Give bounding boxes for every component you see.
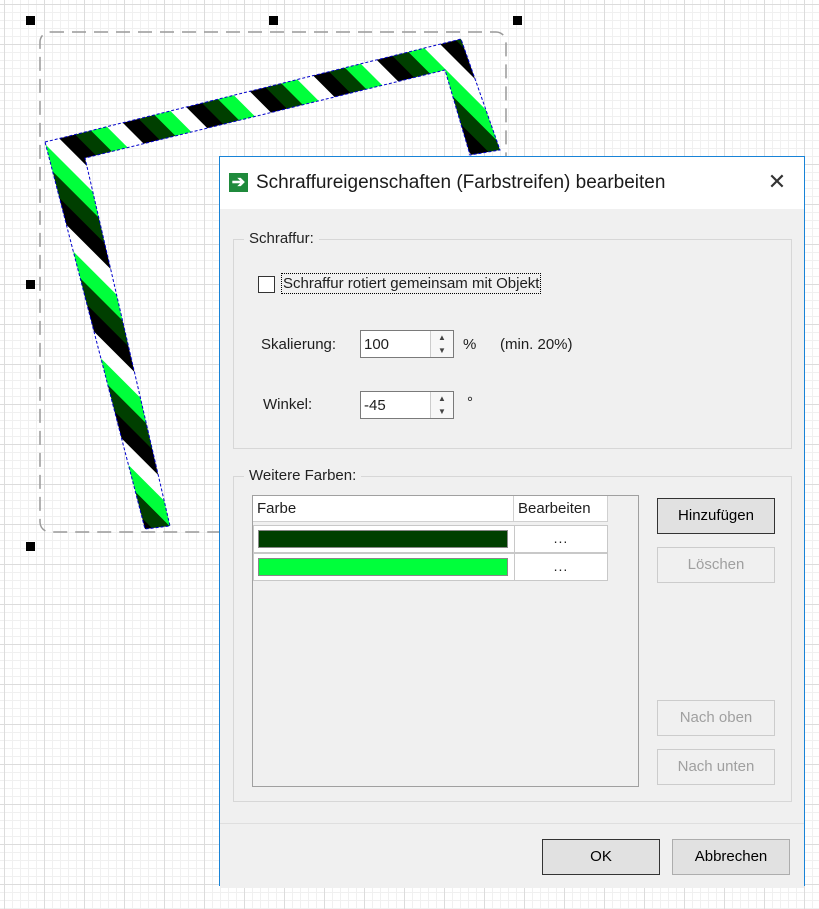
color-swatch-bright-green: [258, 558, 508, 576]
resize-handle-top-center[interactable]: [269, 16, 278, 25]
angle-spinbox[interactable]: -45 ▲ ▼: [360, 391, 454, 419]
hatch-properties-dialog: ➔ Schraffureigenschaften (Farbstreifen) …: [219, 156, 805, 888]
more-colors-group-title: Weitere Farben:: [244, 467, 362, 484]
row-edit-button[interactable]: ...: [514, 553, 608, 581]
scale-hint: (min. 20%): [500, 336, 573, 353]
angle-value[interactable]: -45: [364, 397, 386, 414]
resize-handle-top-right[interactable]: [513, 16, 522, 25]
angle-spin-buttons[interactable]: ▲ ▼: [430, 392, 453, 418]
close-icon[interactable]: ✕: [764, 169, 790, 195]
dialog-titlebar[interactable]: ➔ Schraffureigenschaften (Farbstreifen) …: [220, 157, 804, 209]
rotate-with-object-checkbox[interactable]: [258, 276, 275, 293]
angle-label: Winkel:: [263, 396, 313, 413]
scale-decrement-icon[interactable]: ▼: [431, 344, 453, 357]
table-row-color-cell[interactable]: [253, 525, 515, 553]
resize-handle-bottom-left[interactable]: [26, 542, 35, 551]
hatch-groupbox: Schraffur: Schraffur rotiert gemeinsam m…: [233, 230, 792, 449]
dialog-title: Schraffureigenschaften (Farbstreifen) be…: [256, 172, 666, 193]
colors-listview[interactable]: Farbe Bearbeiten ... ...: [252, 495, 639, 787]
scale-spin-buttons[interactable]: ▲ ▼: [430, 331, 453, 357]
column-header-farbe[interactable]: Farbe: [253, 496, 514, 522]
column-header-bearbeiten[interactable]: Bearbeiten: [514, 496, 608, 522]
hatch-group-title: Schraffur:: [244, 230, 319, 247]
scale-label: Skalierung:: [261, 336, 337, 353]
angle-decrement-icon[interactable]: ▼: [431, 405, 453, 418]
scale-spinbox[interactable]: 100 ▲ ▼: [360, 330, 454, 358]
scale-value[interactable]: 100: [364, 336, 389, 353]
angle-unit: °: [467, 394, 473, 411]
more-colors-groupbox: Weitere Farben: Farbe Bearbeiten ... ...…: [233, 467, 792, 802]
angle-increment-icon[interactable]: ▲: [431, 392, 453, 405]
cancel-button[interactable]: Abbrechen: [672, 839, 790, 875]
app-arrow-icon: ➔: [229, 173, 248, 192]
delete-color-button[interactable]: Löschen: [657, 547, 775, 583]
color-swatch-dark-green: [258, 530, 508, 548]
table-row-color-cell[interactable]: [253, 553, 515, 581]
rotate-with-object-label[interactable]: Schraffur rotiert gemeinsam mit Objekt: [280, 273, 542, 294]
dialog-footer: OK Abbrechen: [220, 823, 804, 888]
scale-increment-icon[interactable]: ▲: [431, 331, 453, 344]
ok-button[interactable]: OK: [542, 839, 660, 875]
scale-unit: %: [463, 336, 477, 353]
resize-handle-top-left[interactable]: [26, 16, 35, 25]
add-color-button[interactable]: Hinzufügen: [657, 498, 775, 534]
row-edit-button[interactable]: ...: [514, 525, 608, 553]
resize-handle-middle-left[interactable]: [26, 280, 35, 289]
move-down-button[interactable]: Nach unten: [657, 749, 775, 785]
move-up-button[interactable]: Nach oben: [657, 700, 775, 736]
